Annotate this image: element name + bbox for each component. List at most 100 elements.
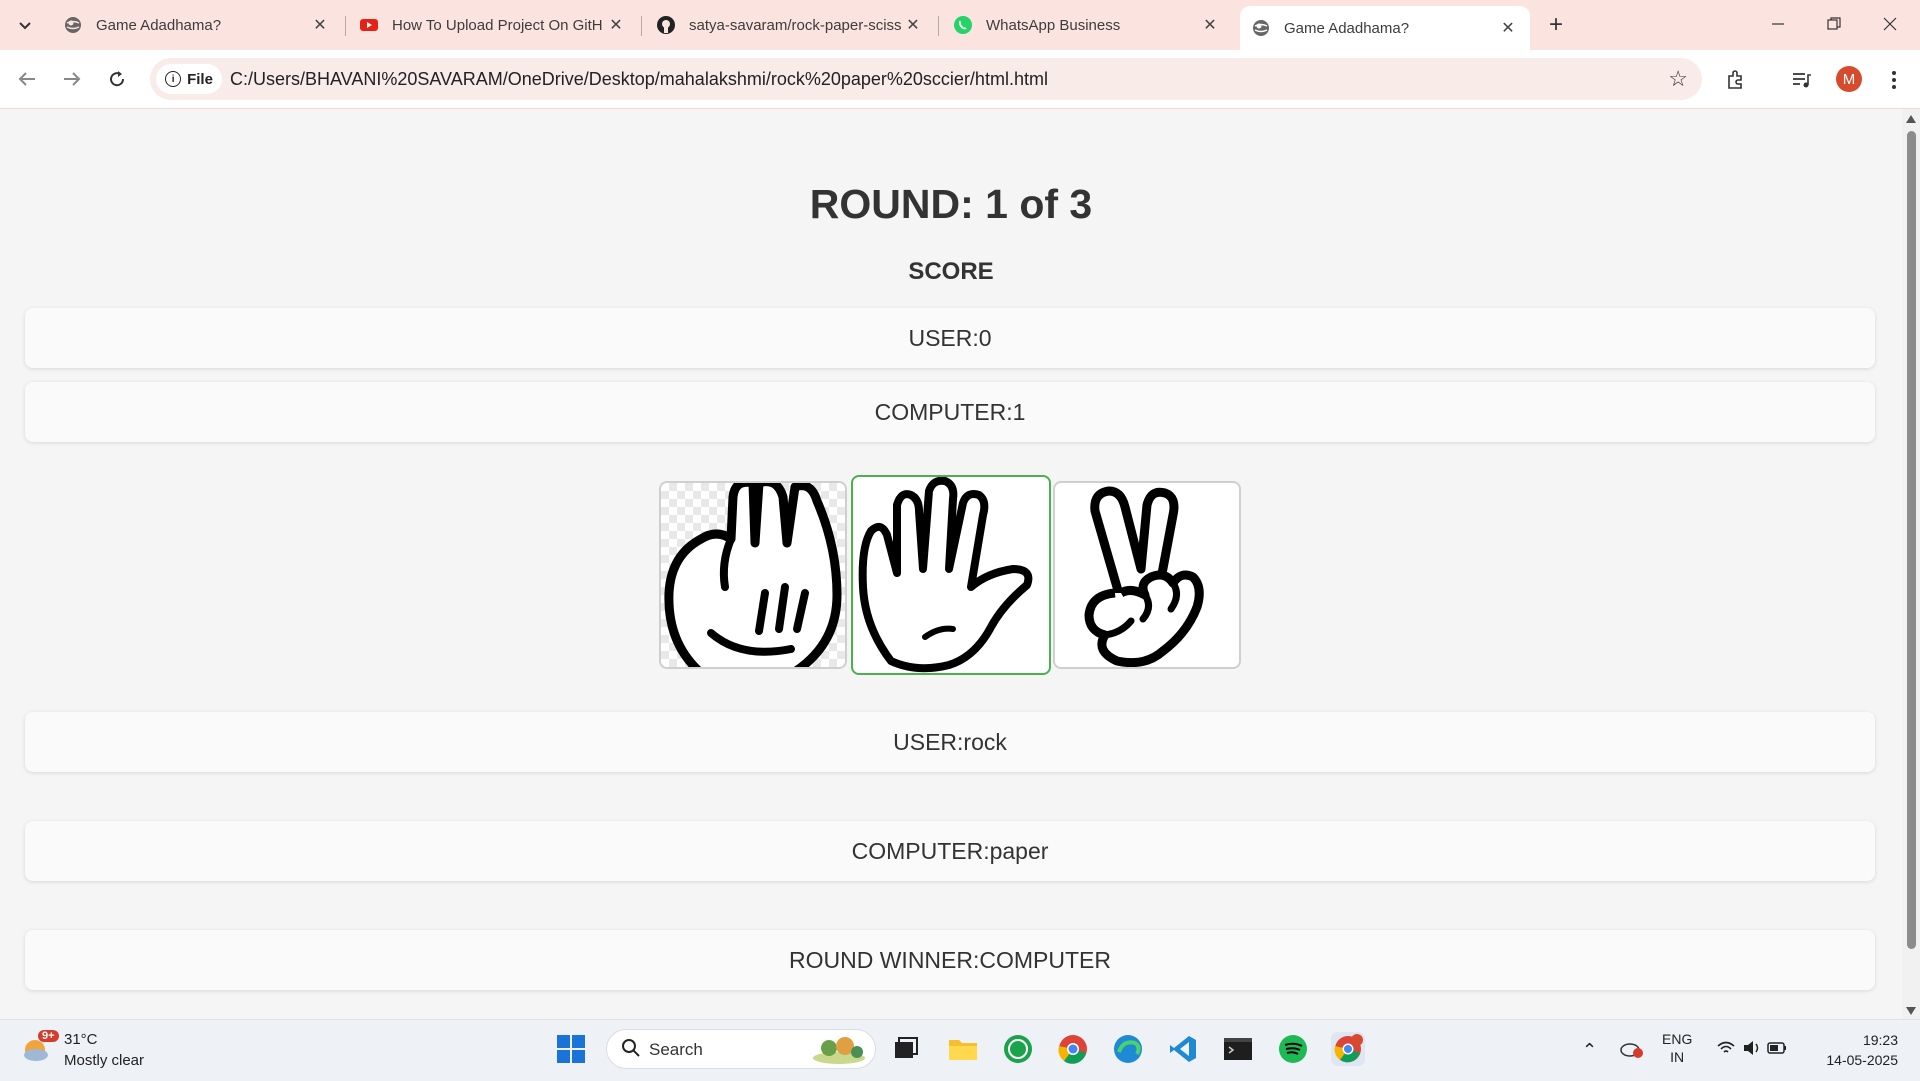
scroll-thumb[interactable] xyxy=(1907,131,1916,949)
minimize-icon xyxy=(1772,23,1784,25)
paper-choice-button[interactable] xyxy=(851,475,1051,675)
user-choice-panel: USER:rock xyxy=(25,712,1875,772)
close-icon[interactable]: ✕ xyxy=(310,15,330,35)
windows-taskbar: 9+ 31°C Mostly clear Search ⌃ ENG IN 19:… xyxy=(0,1019,1920,1081)
weather-description: Mostly clear xyxy=(64,1052,145,1069)
new-tab-button[interactable]: + xyxy=(1541,10,1571,40)
bookmark-star-icon[interactable]: ☆ xyxy=(1668,66,1688,92)
tab-divider xyxy=(938,16,939,36)
restore-button[interactable] xyxy=(1806,0,1862,48)
game-page: ROUND: 1 of 3 SCORE USER:0 COMPUTER:1 US… xyxy=(0,109,1902,1019)
chrome-icon xyxy=(1058,1035,1087,1064)
taskbar-spotify[interactable] xyxy=(1276,1032,1310,1066)
tray-overflow-chevron-icon[interactable]: ⌃ xyxy=(1582,1040,1597,1061)
taskbar-terminal[interactable] xyxy=(1221,1032,1255,1066)
clock[interactable]: 19:23 14-05-2025 xyxy=(1812,1030,1898,1070)
start-button[interactable] xyxy=(554,1032,588,1066)
reload-button[interactable] xyxy=(102,64,132,94)
search-icon xyxy=(622,1039,640,1057)
search-label: Search xyxy=(649,1040,703,1059)
chrome-profile-icon xyxy=(1334,1034,1363,1063)
scroll-up-arrow-icon[interactable] xyxy=(1906,115,1916,123)
globe-icon xyxy=(1253,20,1269,36)
close-icon[interactable]: ✕ xyxy=(1200,15,1220,35)
tab-whatsapp[interactable]: WhatsApp Business ✕ xyxy=(942,6,1232,44)
weather-alert-badge: 9+ xyxy=(38,1030,59,1042)
task-view-icon xyxy=(895,1037,918,1058)
taskbar-whatsapp[interactable] xyxy=(1001,1032,1035,1066)
whatsapp-icon xyxy=(954,16,972,34)
media-controls-button[interactable] xyxy=(1788,67,1814,93)
github-icon xyxy=(657,16,675,34)
tab-title: Game Adadhama? xyxy=(96,16,222,34)
minimize-button[interactable] xyxy=(1750,0,1806,48)
user-score: USER:0 xyxy=(908,324,992,351)
network-status[interactable] xyxy=(1716,1038,1788,1061)
wifi-volume-battery-icon xyxy=(1717,1041,1786,1055)
round-winner: ROUND WINNER:COMPUTER xyxy=(789,946,1111,973)
taskbar-search-box[interactable]: Search xyxy=(606,1029,876,1069)
browser-toolbar: i File C:/Users/BHAVANI%20SAVARAM/OneDri… xyxy=(0,50,1920,109)
tab-divider xyxy=(345,16,346,36)
tab-youtube[interactable]: How To Upload Project On GitH ✕ xyxy=(348,6,638,44)
forward-button[interactable] xyxy=(57,64,87,94)
tab-search-button[interactable] xyxy=(10,10,40,40)
tab-game-1[interactable]: Game Adadhama? ✕ xyxy=(52,6,342,44)
rock-choice-button[interactable] xyxy=(659,481,847,669)
browser-tab-bar: Game Adadhama? ✕ How To Upload Project O… xyxy=(0,0,1920,50)
back-button[interactable] xyxy=(12,64,42,94)
taskbar-chrome-profile-active[interactable] xyxy=(1331,1032,1365,1066)
restore-icon xyxy=(1827,17,1841,30)
folder-icon xyxy=(949,1040,977,1060)
onedrive-sync-error-icon[interactable] xyxy=(1620,1038,1644,1061)
language-code: ENG xyxy=(1662,1031,1693,1047)
reload-icon xyxy=(110,71,125,87)
taskbar-file-explorer[interactable] xyxy=(946,1032,980,1066)
playlist-icon xyxy=(1793,73,1811,88)
scroll-down-arrow-icon[interactable] xyxy=(1906,1007,1916,1015)
tab-github[interactable]: satya-savaram/rock-paper-sciss ✕ xyxy=(645,6,935,44)
tab-title: How To Upload Project On GitH xyxy=(392,16,603,34)
edge-icon xyxy=(1114,1035,1142,1063)
tab-game-active[interactable]: Game Adadhama? ✕ xyxy=(1240,6,1530,50)
paper-hand-icon xyxy=(858,477,1033,673)
address-bar[interactable]: i File C:/Users/BHAVANI%20SAVARAM/OneDri… xyxy=(150,58,1702,100)
close-icon[interactable]: ✕ xyxy=(1498,18,1518,38)
computer-choice: COMPUTER:paper xyxy=(851,837,1049,864)
taskbar-edge[interactable] xyxy=(1111,1032,1145,1066)
search-highlight-illustration-icon xyxy=(813,1037,865,1064)
spotify-icon xyxy=(1279,1035,1307,1063)
url-text[interactable]: C:/Users/BHAVANI%20SAVARAM/OneDrive/Desk… xyxy=(230,69,1048,90)
site-info-chip[interactable]: i File xyxy=(156,64,222,94)
profile-avatar[interactable]: M xyxy=(1836,66,1862,92)
taskbar-task-view[interactable] xyxy=(889,1032,923,1066)
file-label: File xyxy=(187,70,213,88)
whatsapp-icon xyxy=(1004,1035,1032,1063)
language-indicator[interactable]: ENG IN xyxy=(1662,1030,1692,1066)
vscode-icon xyxy=(1170,1036,1196,1062)
browser-menu-button[interactable] xyxy=(1881,67,1907,93)
language-region: IN xyxy=(1670,1049,1685,1065)
computer-choice-panel: COMPUTER:paper xyxy=(25,821,1875,881)
chevron-down-icon xyxy=(19,22,31,30)
close-icon[interactable]: ✕ xyxy=(606,15,626,35)
taskbar-vscode[interactable] xyxy=(1166,1032,1200,1066)
close-icon[interactable]: ✕ xyxy=(903,15,923,35)
puzzle-icon xyxy=(1728,70,1742,89)
plus-icon: + xyxy=(1548,11,1563,38)
info-icon: i xyxy=(165,71,182,87)
scissors-choice-button[interactable] xyxy=(1053,481,1241,669)
user-score-panel: USER:0 xyxy=(25,308,1875,368)
tab-title: satya-savaram/rock-paper-sciss xyxy=(689,16,902,34)
page-scrollbar[interactable] xyxy=(1902,109,1920,1019)
tab-divider xyxy=(641,16,642,36)
clock-date: 14-05-2025 xyxy=(1826,1052,1898,1068)
taskbar-chrome[interactable] xyxy=(1056,1032,1090,1066)
window-close-button[interactable] xyxy=(1862,0,1918,48)
terminal-icon xyxy=(1224,1038,1252,1060)
globe-icon xyxy=(65,17,81,33)
kebab-menu-icon xyxy=(1892,71,1896,89)
score-heading: SCORE xyxy=(908,258,994,285)
extensions-button[interactable] xyxy=(1723,67,1749,93)
clock-time: 19:23 xyxy=(1862,1032,1898,1048)
